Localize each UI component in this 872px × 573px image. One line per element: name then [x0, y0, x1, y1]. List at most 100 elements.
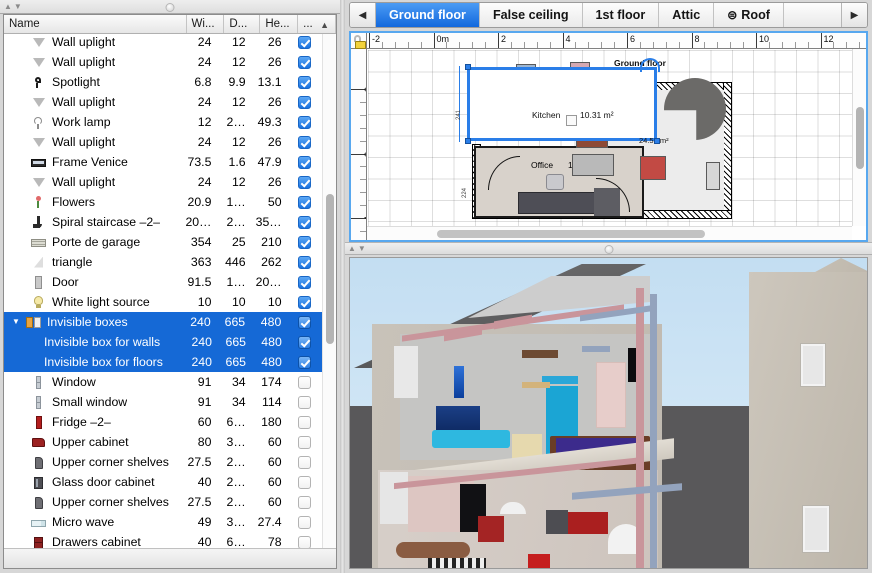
visibility-checkbox[interactable]: [298, 496, 311, 509]
row-visible-cell[interactable]: [287, 276, 322, 289]
table-row[interactable]: Wall uplight241226: [4, 34, 322, 52]
table-row[interactable]: Work lamp122…49.3: [4, 112, 322, 132]
table-row[interactable]: Wall uplight241226: [4, 52, 322, 72]
visibility-checkbox[interactable]: [298, 236, 311, 249]
row-visible-cell[interactable]: [287, 416, 322, 429]
visibility-checkbox[interactable]: [298, 156, 311, 169]
row-visible-cell[interactable]: [287, 36, 322, 49]
furniture-list-scrollbar[interactable]: [322, 34, 336, 548]
row-visible-cell[interactable]: [287, 196, 322, 209]
furniture-list-scroll-thumb[interactable]: [326, 194, 334, 344]
visibility-checkbox[interactable]: [298, 256, 311, 269]
row-visible-cell[interactable]: [287, 376, 322, 389]
plan-vertical-scroll-thumb[interactable]: [856, 107, 864, 169]
column-header-width[interactable]: Wi...: [187, 15, 225, 33]
row-visible-cell[interactable]: [287, 396, 322, 409]
table-row[interactable]: Frame Venice73.51.647.9: [4, 152, 322, 172]
table-row[interactable]: Invisible box for floors240665480: [4, 352, 322, 372]
plan-3d-splitter[interactable]: ▲▼: [345, 242, 872, 255]
row-visible-cell[interactable]: [287, 256, 322, 269]
table-row[interactable]: Spiral staircase –2–20…2…35…: [4, 212, 322, 232]
sort-ascending-icon[interactable]: ▲: [320, 18, 329, 33]
visibility-checkbox[interactable]: [298, 196, 311, 209]
disclosure-triangle-icon[interactable]: ▼: [12, 317, 23, 327]
table-row[interactable]: Wall uplight241226: [4, 172, 322, 192]
table-row[interactable]: Porte de garage35425210: [4, 232, 322, 252]
table-row[interactable]: triangle363446262: [4, 252, 322, 272]
table-row[interactable]: Fridge –2–606…180: [4, 412, 322, 432]
column-header-visible[interactable]: ... ▲: [298, 15, 336, 33]
column-header-name[interactable]: Name: [4, 15, 187, 33]
visibility-checkbox[interactable]: [298, 36, 311, 49]
splitter-arrows[interactable]: ▲▼: [4, 1, 24, 12]
row-visible-cell[interactable]: [287, 156, 322, 169]
table-row[interactable]: Spotlight6.89.913.1: [4, 72, 322, 92]
table-row[interactable]: White light source101010: [4, 292, 322, 312]
table-row[interactable]: Upper cabinet803…60: [4, 432, 322, 452]
row-visible-cell[interactable]: [287, 56, 322, 69]
tab-roof[interactable]: ⊜Roof: [714, 3, 784, 27]
row-visible-cell[interactable]: [287, 436, 322, 449]
visibility-checkbox[interactable]: [298, 116, 311, 129]
plan-vertical-scrollbar[interactable]: [852, 49, 866, 226]
plan-3d-splitter-arrows[interactable]: ▲▼: [348, 243, 368, 255]
plan-resize-handle-br[interactable]: [654, 138, 660, 144]
row-visible-cell[interactable]: [287, 516, 322, 529]
visibility-checkbox[interactable]: [298, 456, 311, 469]
visibility-checkbox[interactable]: [298, 536, 311, 549]
visibility-checkbox[interactable]: [298, 516, 311, 529]
column-header-height[interactable]: He...: [260, 15, 298, 33]
table-row[interactable]: Flowers20.91…50: [4, 192, 322, 212]
table-row[interactable]: Wall uplight241226: [4, 132, 322, 152]
plan-3d-splitter-handle[interactable]: [604, 245, 613, 254]
table-row[interactable]: Glass door cabinet402…60: [4, 472, 322, 492]
column-header-depth[interactable]: D...: [224, 15, 260, 33]
row-visible-cell[interactable]: [286, 316, 322, 329]
visibility-checkbox[interactable]: [298, 476, 311, 489]
3d-view[interactable]: [349, 257, 868, 569]
visibility-checkbox[interactable]: [298, 416, 311, 429]
tab-1st-floor[interactable]: 1st floor: [583, 3, 660, 27]
visibility-checkbox[interactable]: [298, 376, 311, 389]
row-visible-cell[interactable]: [287, 236, 322, 249]
table-row[interactable]: Window9134174: [4, 372, 322, 392]
tab-ground-floor[interactable]: Ground floor: [376, 3, 480, 27]
tab-scroll-right-button[interactable]: ▶: [841, 3, 867, 27]
visibility-checkbox[interactable]: [298, 76, 311, 89]
plan-horizontal-scrollbar[interactable]: [367, 226, 852, 240]
row-visible-cell[interactable]: [287, 336, 322, 349]
visibility-checkbox[interactable]: [298, 276, 311, 289]
visibility-checkbox[interactable]: [298, 356, 311, 369]
plan-selected-object[interactable]: Kitchen 10.31 m²: [467, 67, 657, 141]
visibility-checkbox[interactable]: [298, 96, 311, 109]
visibility-checkbox[interactable]: [298, 296, 311, 309]
visibility-checkbox[interactable]: [298, 56, 311, 69]
tab-false-ceiling[interactable]: False ceiling: [480, 3, 583, 27]
tab-scroll-left-button[interactable]: ◀: [350, 3, 376, 27]
row-visible-cell[interactable]: [287, 176, 322, 189]
row-visible-cell[interactable]: [287, 536, 322, 549]
row-visible-cell[interactable]: [287, 296, 322, 309]
table-row[interactable]: Micro wave493…27.4: [4, 512, 322, 532]
plan-canvas[interactable]: Office 10.39 m²: [368, 50, 852, 226]
plan-resize-handle-bl[interactable]: [465, 138, 471, 144]
row-visible-cell[interactable]: [287, 96, 322, 109]
plan-resize-handle-tl[interactable]: [465, 64, 471, 70]
table-row[interactable]: Invisible box for walls240665480: [4, 332, 322, 352]
row-visible-cell[interactable]: [287, 216, 322, 229]
furniture-list-body[interactable]: Wall uplight241226Wall uplight241226Spot…: [4, 34, 336, 548]
visibility-checkbox[interactable]: [298, 316, 311, 329]
visibility-checkbox[interactable]: [298, 216, 311, 229]
table-row[interactable]: Wall uplight241226: [4, 92, 322, 112]
visibility-checkbox[interactable]: [298, 396, 311, 409]
visibility-checkbox[interactable]: [298, 176, 311, 189]
visibility-checkbox[interactable]: [298, 336, 311, 349]
table-row[interactable]: Drawers cabinet406…78: [4, 532, 322, 548]
plan-rotate-handle[interactable]: [640, 58, 660, 72]
left-pane-splitter[interactable]: ▲▼: [0, 0, 340, 14]
visibility-checkbox[interactable]: [298, 436, 311, 449]
row-visible-cell[interactable]: [287, 356, 322, 369]
unlocked-padlock-icon[interactable]: [353, 35, 368, 50]
row-visible-cell[interactable]: [287, 136, 322, 149]
row-visible-cell[interactable]: [287, 456, 322, 469]
